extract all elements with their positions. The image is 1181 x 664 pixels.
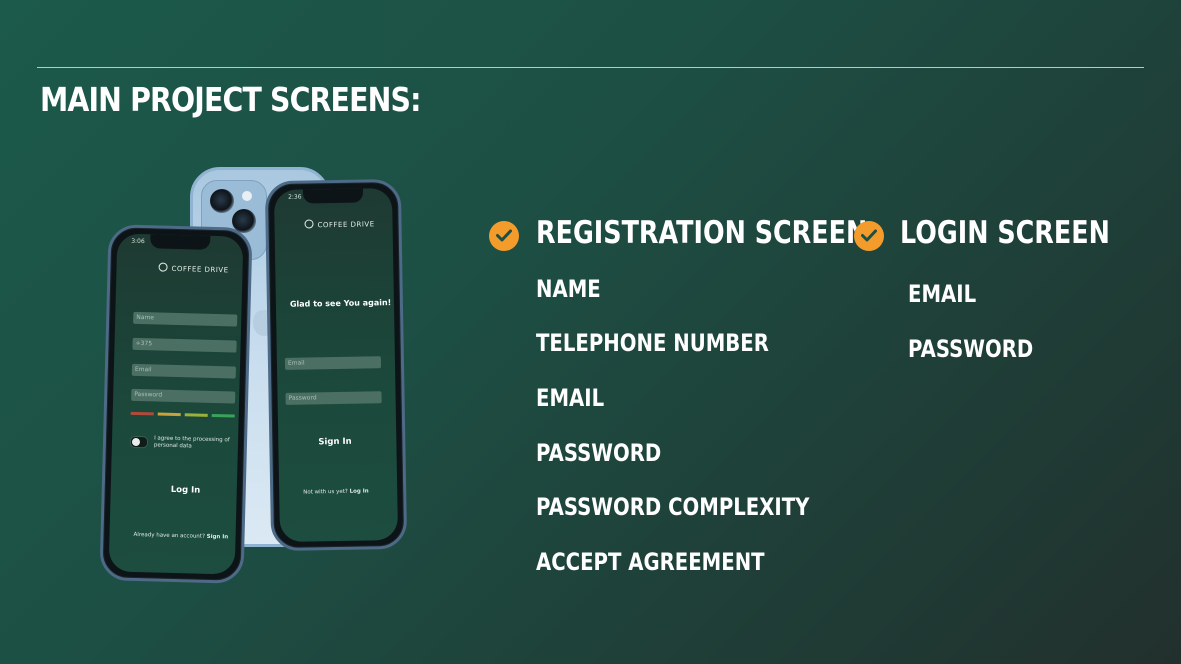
log-in-link[interactable]: Log In bbox=[350, 488, 369, 494]
email-field[interactable]: Email bbox=[131, 363, 237, 379]
coffee-logo-icon bbox=[158, 262, 168, 272]
brand-logo: COFFEE DRIVE bbox=[158, 262, 229, 275]
password-strength-meter bbox=[130, 411, 235, 418]
brand-name: COFFEE DRIVE bbox=[317, 220, 375, 230]
registration-phone-mockup: 3:06 COFFEE DRIVE Name +375 Email Passwo… bbox=[99, 224, 253, 584]
registration-item-name: NAME bbox=[536, 275, 601, 303]
agreement-text: I agree to the processing of personal da… bbox=[153, 435, 230, 450]
registration-item-accept-agreement: ACCEPT AGREEMENT bbox=[536, 548, 765, 576]
strength-segment-1 bbox=[130, 411, 154, 416]
footer-question: Not with us yet? Log In bbox=[303, 488, 369, 496]
name-field[interactable]: Name bbox=[133, 311, 238, 327]
login-greeting: Glad to see You again! bbox=[289, 298, 392, 309]
slide-title: MAIN PROJECT SCREENS: bbox=[40, 80, 421, 119]
notch bbox=[302, 188, 364, 204]
password-field[interactable]: Password bbox=[285, 391, 382, 405]
login-screen-title: LOGIN SCREEN bbox=[900, 215, 1110, 251]
sign-in-link[interactable]: Sign In bbox=[207, 534, 229, 541]
footer-question-text: Already have an account? bbox=[133, 531, 205, 540]
log-in-button[interactable]: Log In bbox=[171, 485, 201, 496]
notch bbox=[150, 234, 211, 250]
check-icon bbox=[854, 221, 884, 251]
password-field[interactable]: Password bbox=[131, 388, 236, 404]
registration-item-email: EMAIL bbox=[536, 384, 605, 412]
status-time: 2:36 bbox=[288, 193, 302, 201]
strength-segment-4 bbox=[211, 413, 235, 418]
login-item-email: EMAIL bbox=[908, 280, 977, 308]
registration-item-telephone: TELEPHONE NUMBER bbox=[536, 329, 769, 357]
login-item-password: PASSWORD bbox=[908, 335, 1034, 363]
email-field[interactable]: Email bbox=[284, 356, 382, 370]
status-time: 3:06 bbox=[131, 237, 145, 246]
footer-question-text: Not with us yet? bbox=[303, 488, 348, 496]
check-icon bbox=[489, 221, 519, 251]
header-divider bbox=[37, 67, 1144, 68]
login-phone-mockup: 2:36 COFFEE DRIVE Glad to see You again!… bbox=[264, 178, 408, 552]
strength-segment-2 bbox=[157, 412, 181, 417]
registration-item-password: PASSWORD bbox=[536, 439, 662, 467]
brand-name: COFFEE DRIVE bbox=[171, 264, 229, 275]
agreement-toggle[interactable] bbox=[129, 435, 149, 449]
brand-logo: COFFEE DRIVE bbox=[304, 218, 375, 230]
footer-question: Already have an account? Sign In bbox=[133, 532, 228, 541]
strength-segment-3 bbox=[184, 413, 208, 417]
telephone-field[interactable]: +375 bbox=[132, 337, 237, 353]
sign-in-button[interactable]: Sign In bbox=[318, 437, 352, 448]
coffee-logo-icon bbox=[304, 219, 314, 229]
registration-item-password-complexity: PASSWORD COMPLEXITY bbox=[536, 493, 810, 521]
registration-screen-title: REGISTRATION SCREEN bbox=[536, 215, 868, 251]
